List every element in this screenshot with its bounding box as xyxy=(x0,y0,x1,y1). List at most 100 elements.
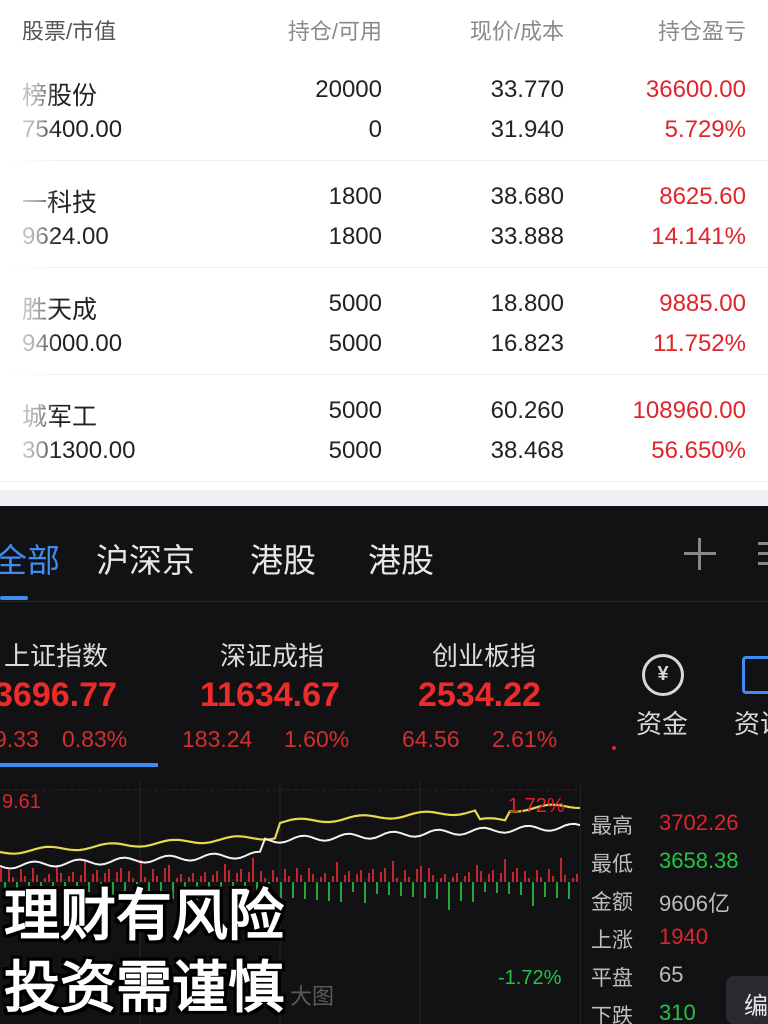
market-tabs: 全部 沪深京 港股 港股 xyxy=(0,506,768,602)
volume-bar xyxy=(536,870,538,882)
cost-price: 38.468 xyxy=(490,437,564,464)
volume-bar xyxy=(364,882,366,903)
index-card-cyb[interactable]: 创业板指 2534.22 64.56 2.61% xyxy=(398,636,598,776)
volume-bar xyxy=(528,878,530,882)
volume-bar xyxy=(428,868,430,882)
fund-flow-label: 资金 xyxy=(636,709,689,739)
fund-flow-button[interactable]: ¥ 资金 xyxy=(636,654,696,744)
tab-hk-2[interactable]: 港股 xyxy=(368,534,434,582)
index-name: 创业板指 xyxy=(432,641,537,671)
profit-loss: 36600.00 xyxy=(645,76,746,103)
index-value: 3696.77 xyxy=(0,676,117,714)
volume-bar xyxy=(500,873,502,882)
add-icon[interactable] xyxy=(682,536,718,572)
volume-bar xyxy=(436,882,438,899)
chart-top-right-pct: 1.72% xyxy=(508,795,565,817)
index-change: 183.24 xyxy=(182,726,253,752)
cost-price: 31.940 xyxy=(490,116,564,143)
volume-bar xyxy=(392,861,394,882)
current-price: 60.260 xyxy=(490,397,564,424)
index-value: 2534.22 xyxy=(418,676,541,714)
caption-line-2: 投资需谨慎 xyxy=(4,956,284,1019)
active-index-indicator xyxy=(0,763,158,767)
holding-row[interactable]: 一科技 9624.00 1800 1800 38.680 33.888 8625… xyxy=(0,161,768,268)
volume-bar xyxy=(396,878,398,882)
volume-bar xyxy=(460,882,462,901)
current-price: 38.680 xyxy=(490,183,564,210)
index-name: 深证成指 xyxy=(220,641,325,671)
volume-bar xyxy=(504,859,506,882)
tab-hushenjing[interactable]: 沪深京 xyxy=(96,534,195,582)
volume-bar xyxy=(480,871,482,882)
volume-bar xyxy=(368,873,370,882)
volume-bar xyxy=(560,858,562,882)
volume-bar xyxy=(452,877,454,882)
volume-bar xyxy=(552,876,554,882)
position-qty: 5000 xyxy=(328,397,382,424)
index-change: 9.33 xyxy=(0,726,39,752)
volume-bar xyxy=(424,882,426,898)
volume-bar xyxy=(448,882,450,910)
price-line xyxy=(0,822,580,870)
volume-bar xyxy=(524,871,526,882)
position-qty: 20000 xyxy=(315,76,382,103)
index-pct: 0.83% xyxy=(62,726,128,752)
profit-loss: 108960.00 xyxy=(632,397,746,424)
volume-bar xyxy=(564,875,566,882)
header-pl[interactable]: 持仓盈亏 xyxy=(658,14,746,46)
current-price: 18.800 xyxy=(490,290,564,317)
volume-bar xyxy=(548,869,550,882)
cost-price: 16.823 xyxy=(490,330,564,357)
volume-bar xyxy=(420,866,422,882)
yen-cycle-icon: ¥ xyxy=(642,654,684,696)
volume-bar xyxy=(252,858,254,882)
volume-bar xyxy=(432,875,434,882)
header-position-avail[interactable]: 持仓/可用 xyxy=(288,14,382,46)
section-divider xyxy=(0,490,768,506)
profit-loss-pct: 11.752% xyxy=(653,330,746,357)
chart-top-left-label: 9.61 xyxy=(2,791,41,813)
index-value: 11634.67 xyxy=(200,676,340,714)
holding-row[interactable]: 榜股份 75400.00 20000 0 33.770 31.940 36600… xyxy=(0,54,768,161)
tab-all[interactable]: 全部 xyxy=(0,534,60,582)
index-name: 上证指数 xyxy=(4,641,109,671)
volume-bar xyxy=(140,860,142,882)
volume-bar xyxy=(492,870,494,882)
index-pct: 2.61% xyxy=(492,726,558,752)
volume-bar xyxy=(484,882,486,892)
menu-icon[interactable] xyxy=(758,540,768,568)
available-qty: 5000 xyxy=(328,437,382,464)
volume-bar xyxy=(516,868,518,882)
available-qty: 0 xyxy=(368,116,382,143)
index-pct: 1.60% xyxy=(284,726,350,752)
profit-loss-pct: 56.650% xyxy=(651,437,746,464)
cost-price: 33.888 xyxy=(490,223,564,250)
index-card-sz[interactable]: 深证成指 11634.67 183.24 1.60% xyxy=(180,636,380,776)
volume-bar xyxy=(412,882,414,897)
volume-bar xyxy=(544,882,546,897)
volume-bar xyxy=(456,873,458,882)
index-card-sh[interactable]: 上证指数 3696.77 9.33 0.83% xyxy=(0,636,170,776)
volume-bar xyxy=(468,872,470,882)
profit-loss: 9885.00 xyxy=(659,290,746,317)
news-button[interactable]: 资讯 xyxy=(734,654,768,744)
edit-button[interactable]: 编 xyxy=(726,976,768,1024)
volume-bar xyxy=(512,872,514,882)
blur-overlay xyxy=(0,40,56,480)
holding-row[interactable]: 城军工 301300.00 5000 5000 60.260 38.468 10… xyxy=(0,375,768,482)
volume-bar xyxy=(84,861,86,882)
volume-bar xyxy=(388,882,390,895)
header-price-cost[interactable]: 现价/成本 xyxy=(470,14,564,46)
holding-row[interactable]: 胜天成 94000.00 5000 5000 18.800 16.823 988… xyxy=(0,268,768,375)
volume-bar xyxy=(532,882,534,906)
volume-bar xyxy=(472,882,474,902)
volume-bar xyxy=(0,868,2,882)
chart-bottom-right-pct: -1.72% xyxy=(498,967,562,989)
available-qty: 1800 xyxy=(328,223,382,250)
profit-loss: 8625.60 xyxy=(659,183,746,210)
active-tab-indicator xyxy=(0,596,28,600)
tab-hk[interactable]: 港股 xyxy=(250,534,316,582)
risk-caption: 理财有风险 投资需谨慎 xyxy=(4,880,364,1024)
stat-low: 最低 3658.38 xyxy=(591,848,739,876)
news-label: 资讯 xyxy=(734,709,768,739)
